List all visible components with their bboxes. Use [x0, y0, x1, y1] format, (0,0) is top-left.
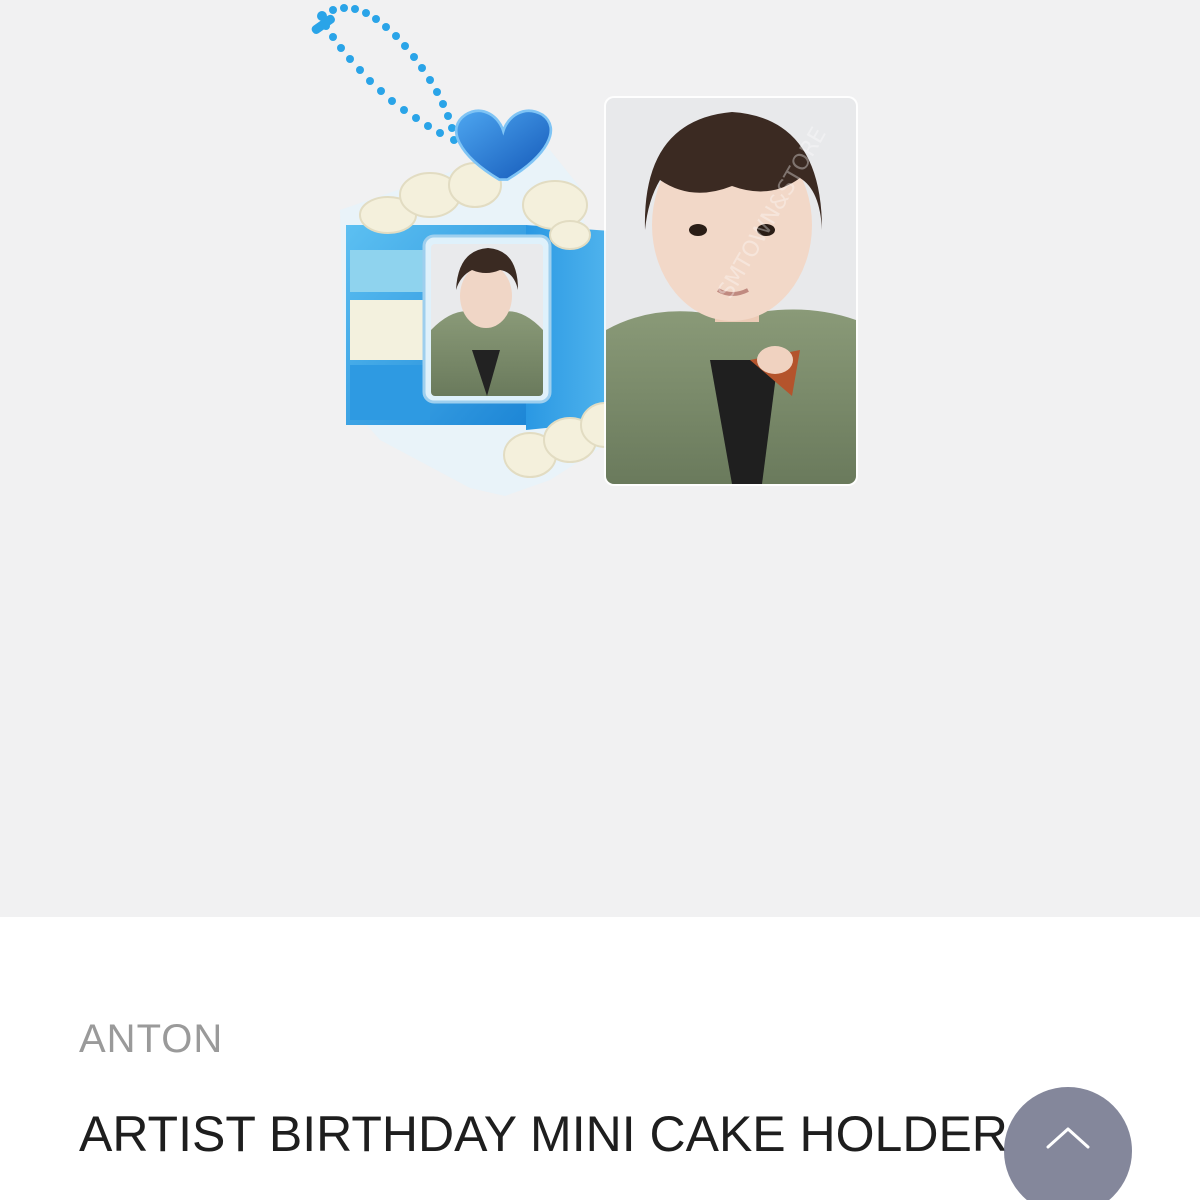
product-image[interactable]: SMTOWN&STORE — [300, 0, 900, 520]
brand-name[interactable]: ANTON — [79, 1017, 223, 1062]
chevron-up-icon — [1046, 1127, 1090, 1149]
photocard: SMTOWN&STORE — [604, 96, 858, 486]
product-title: ARTIST BIRTHDAY MINI CAKE HOLDER — [79, 1106, 1008, 1162]
product-image-area: SMTOWN&STORE — [0, 0, 1200, 917]
product-illustration: SMTOWN&STORE — [311, 4, 858, 496]
ball-chain — [311, 4, 458, 144]
product-page: SMTOWN&STORE ANTON ARTIST BIRTHDAY MINI … — [0, 0, 1200, 1200]
